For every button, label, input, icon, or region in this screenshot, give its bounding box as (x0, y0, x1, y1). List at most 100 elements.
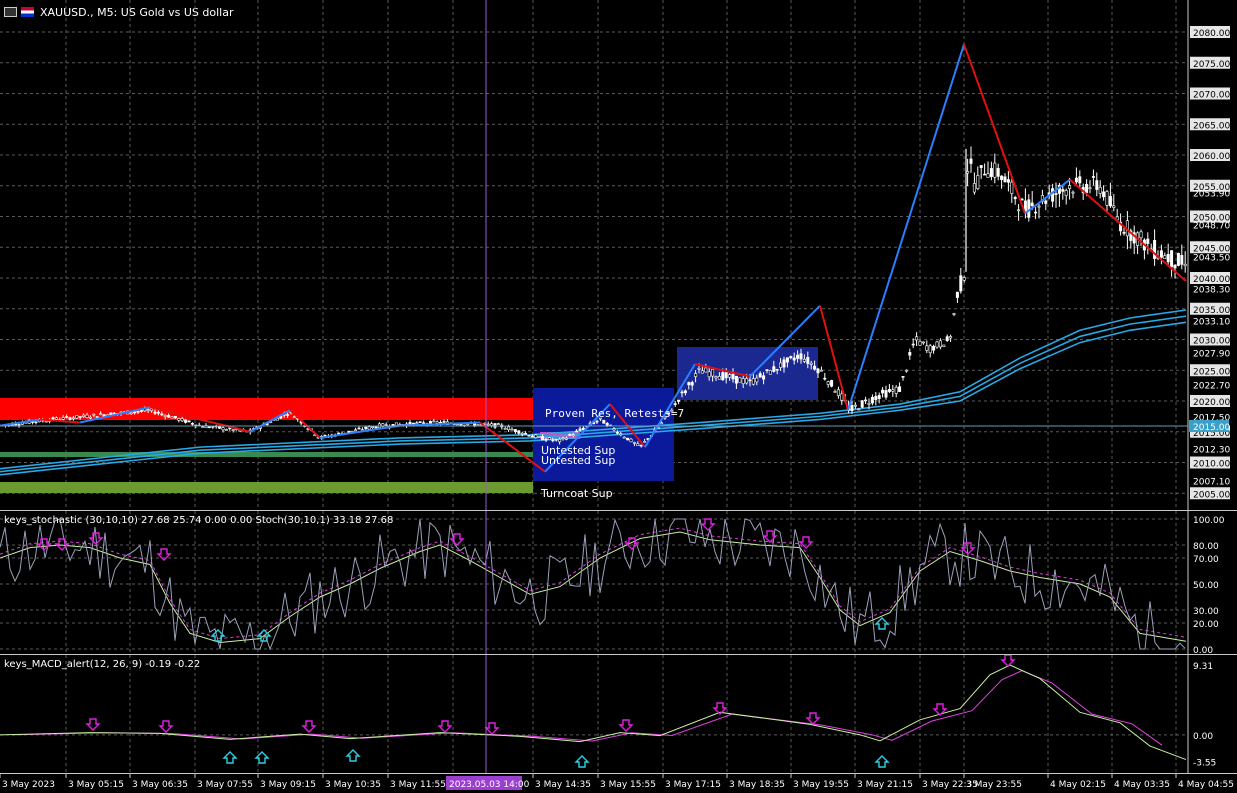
candle-body (527, 435, 531, 437)
candle-body (792, 357, 796, 361)
candle-body (571, 434, 575, 436)
candle-body (551, 439, 555, 442)
candle-body (1159, 250, 1163, 258)
candle-body (904, 369, 908, 372)
candle-body (218, 426, 222, 429)
candle-body (887, 389, 891, 392)
candle-body (677, 399, 681, 402)
candle-body (1139, 231, 1143, 239)
candle-body (697, 367, 701, 370)
candle-body (459, 423, 463, 426)
macd-pane[interactable]: 9.31 0.00 -3.55 keys_MACD_alert(12, 26, 9)… (0, 655, 1237, 773)
candle-body (938, 340, 942, 348)
time-tick: 3 May 23:55 (966, 780, 1022, 790)
candle-body (513, 429, 517, 432)
candle-body (955, 291, 959, 298)
candle-body (945, 336, 949, 341)
candle-body (534, 434, 538, 438)
candle-body (789, 356, 793, 359)
candle-body (558, 438, 562, 443)
candle-body (146, 409, 150, 411)
candle-body (799, 353, 803, 360)
candle-body (156, 411, 160, 414)
candle-body (1074, 177, 1078, 183)
price-tick: 2020.00 (1193, 398, 1230, 408)
price-tick-minor: 2053.90 (1193, 190, 1230, 200)
candle-body (748, 379, 752, 382)
stoch-tick: 30.00 (1193, 607, 1219, 617)
candle-body (731, 373, 735, 380)
candle-body (921, 341, 925, 344)
candle-body (95, 416, 99, 418)
buy-arrow-icon (874, 755, 890, 768)
sell-arrow-icon (301, 720, 317, 733)
price-tick-minor: 2027.90 (1193, 349, 1230, 359)
candle-body (173, 415, 177, 419)
candle-body (864, 399, 868, 402)
candle-body (962, 277, 966, 281)
candle-body (367, 426, 371, 430)
candle-body (755, 377, 759, 383)
price-tick-minor: 2012.30 (1193, 445, 1230, 455)
candle-body (775, 368, 779, 371)
candle-body (133, 411, 137, 414)
candle-body (1000, 175, 1004, 181)
price-tick-minor: 2043.50 (1193, 253, 1230, 263)
price-tick: 2040.00 (1193, 275, 1230, 285)
candle-body (986, 173, 990, 178)
stochastic-pane[interactable]: 100.00 80.00 70.00 50.00 30.00 20.00 0.00 keys… (0, 511, 1237, 654)
candle-body (190, 423, 194, 425)
candle-body (738, 377, 742, 383)
candle-body (966, 171, 970, 174)
sell-arrow-icon (700, 518, 716, 531)
candle-body (996, 168, 1000, 177)
candle-body (734, 375, 738, 384)
price-tick-minor: 2007.10 (1193, 477, 1230, 487)
candle-body (660, 422, 664, 425)
candle-body (1027, 199, 1031, 218)
candle-body (860, 400, 864, 408)
candle-body (989, 168, 993, 177)
candle-body (61, 417, 65, 420)
candle-body (952, 313, 956, 315)
sell-arrow-icon (1000, 655, 1016, 667)
candle-body (867, 402, 871, 405)
candle-body (833, 391, 837, 393)
buy-arrow-icon (574, 755, 590, 768)
price-tick: 2030.00 (1193, 337, 1230, 347)
candle-body (1180, 255, 1184, 265)
sell-arrow-icon (805, 712, 821, 725)
candle-body (507, 426, 511, 431)
candle-body (357, 427, 361, 430)
candle-body (717, 376, 721, 380)
stoch-main-line (0, 531, 1187, 644)
time-tick: 3 May 18:35 (729, 780, 785, 790)
price-tick-minor: 2022.70 (1193, 381, 1230, 391)
candle-body (1003, 176, 1007, 183)
candle-body (898, 386, 902, 392)
candle-body (537, 435, 541, 438)
support-zone-upper (0, 452, 533, 457)
candle-body (1146, 238, 1150, 244)
candle-body (1013, 197, 1017, 200)
candle-body (629, 438, 633, 443)
candle-body (1064, 190, 1068, 196)
candle-body (520, 432, 524, 435)
time-tick: 3 May 2023 (2, 780, 55, 790)
candle-body (704, 367, 708, 373)
main-price-chart[interactable]: Proven Res, Retests=7 Untested Sup Untes… (0, 0, 1237, 510)
candle-body (1153, 240, 1157, 259)
candle-body (568, 433, 572, 436)
candle-body (857, 408, 861, 411)
candle-body (99, 413, 103, 416)
candle-body (751, 378, 755, 385)
sell-arrow-icon (158, 720, 174, 733)
candle-body (972, 183, 976, 193)
candle-body (850, 405, 854, 411)
candle-body (581, 427, 585, 430)
time-tick: 4 May 03:35 (1114, 780, 1170, 790)
time-axis: 3 May 2023 3 May 05:15 3 May 06:35 3 May 07… (0, 774, 1234, 790)
candle-body (626, 437, 630, 441)
candle-body (969, 158, 973, 164)
candle-body (530, 435, 534, 438)
